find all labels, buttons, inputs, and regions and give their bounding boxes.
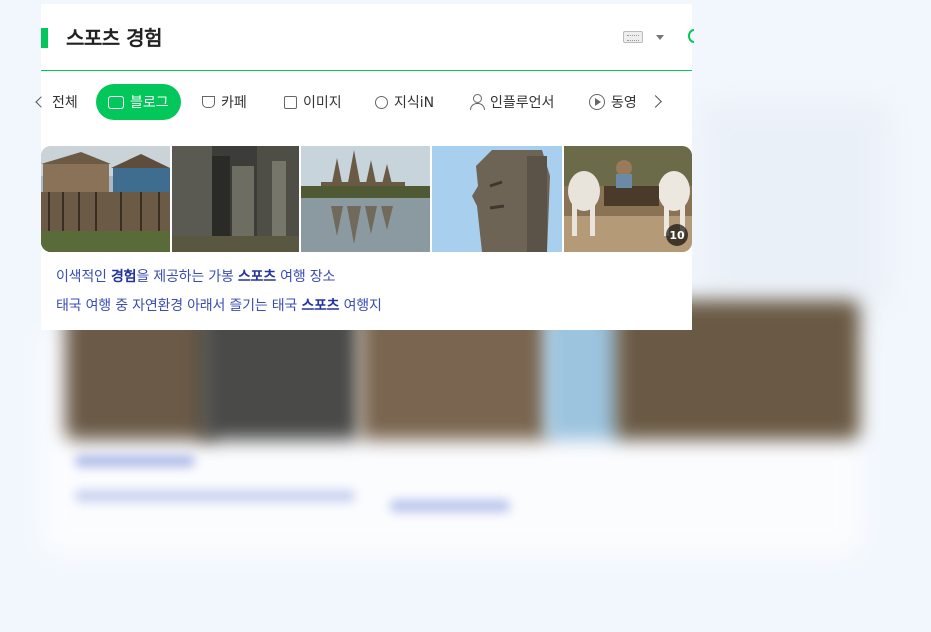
tab-image[interactable]: 이미지 — [284, 84, 342, 120]
image-icon — [284, 95, 297, 109]
thumbnail-image[interactable] — [41, 146, 170, 252]
blurred-card — [700, 100, 890, 310]
tab-video[interactable]: 동영 — [589, 84, 641, 120]
tab-blog[interactable]: 블로그 — [96, 84, 181, 120]
header-divider — [41, 70, 692, 71]
tab-label: 카페 — [221, 95, 247, 111]
tab-label: 동영 — [611, 95, 637, 111]
play-icon — [589, 94, 605, 110]
link-text: 을 제공하는 가봉 — [136, 269, 238, 285]
link-highlight: 스포츠 — [237, 269, 276, 285]
link-text: 여행 장소 — [275, 269, 336, 285]
link-text: 이색적인 — [56, 269, 111, 285]
search-result-panel: 스포츠 경험 전체 블로그 카페 이미지 지식iN 인플루언서 동영 10 이색… — [35, 4, 694, 330]
page-title: 스포츠 경험 — [66, 26, 162, 50]
cafe-icon — [202, 96, 215, 108]
blurred-text — [75, 455, 195, 467]
image-count-badge: 10 — [666, 224, 688, 246]
tab-label: 인플루언서 — [490, 95, 555, 111]
person-icon — [470, 94, 485, 110]
keyboard-icon[interactable] — [623, 31, 643, 43]
tab-bar: 전체 블로그 카페 이미지 지식iN 인플루언서 동영 — [35, 84, 692, 120]
tab-kin[interactable]: 지식iN — [375, 84, 434, 120]
tab-label: 이미지 — [303, 95, 342, 111]
thumbnail-image[interactable]: 10 — [564, 146, 692, 252]
result-link-2[interactable]: 태국 여행 중 자연환경 아래서 즐기는 태국 스포츠 여행지 — [56, 295, 382, 315]
tab-cafe[interactable]: 카페 — [202, 84, 247, 120]
cutoff-text-row — [53, 128, 683, 134]
link-highlight: 스포츠 — [301, 298, 340, 314]
chevron-right-icon[interactable] — [649, 95, 662, 108]
thumbnail-image[interactable] — [432, 146, 562, 252]
link-text: 여행지 — [339, 298, 382, 314]
link-highlight: 경험 — [110, 269, 137, 285]
blurred-text — [390, 500, 510, 512]
tab-label: 블로그 — [130, 95, 169, 111]
header-accent-bar — [41, 28, 48, 48]
blurred-text — [75, 490, 355, 502]
image-strip: 10 — [41, 146, 692, 252]
blog-icon — [108, 95, 124, 109]
caret-down-icon[interactable] — [656, 35, 664, 40]
thumbnail-image[interactable] — [172, 146, 299, 252]
kin-icon — [375, 95, 388, 109]
result-link-1[interactable]: 이색적인 경험을 제공하는 가봉 스포츠 여행 장소 — [56, 266, 335, 286]
tab-label: 전체 — [52, 95, 78, 111]
tab-all[interactable]: 전체 — [52, 84, 78, 120]
tab-influencer[interactable]: 인플루언서 — [470, 84, 554, 120]
thumbnail-image[interactable] — [301, 146, 430, 252]
link-text: 태국 여행 중 자연환경 아래서 즐기는 태국 — [56, 298, 302, 314]
tab-label: 지식iN — [394, 95, 435, 111]
query-header: 스포츠 경험 — [41, 4, 694, 71]
